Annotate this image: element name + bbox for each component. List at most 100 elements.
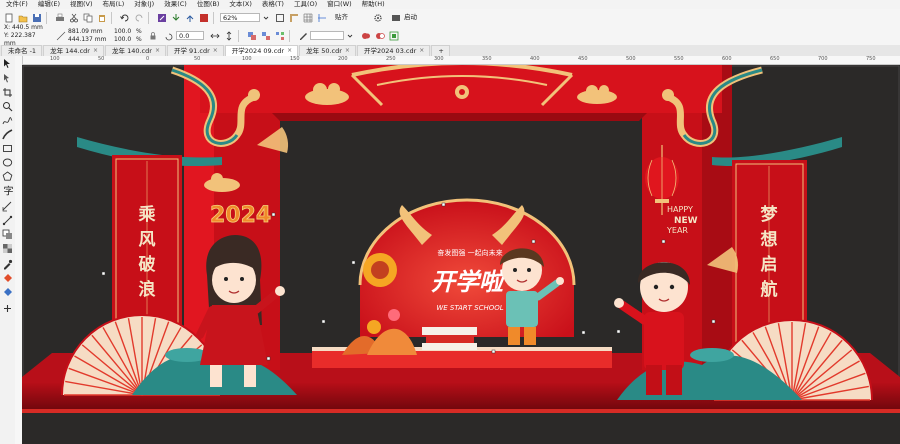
publish-pdf-icon[interactable] <box>199 13 209 23</box>
shape-tool-icon[interactable] <box>2 73 13 84</box>
standard-toolbar: 62% 贴齐 启动 <box>0 9 900 27</box>
outline-pen-icon[interactable] <box>298 31 308 41</box>
group-icon[interactable] <box>247 31 257 41</box>
left-scroll-char-1: 乘 <box>138 205 156 225</box>
transparency-tool-icon[interactable] <box>2 243 13 254</box>
print-icon[interactable] <box>55 13 65 23</box>
drop-shadow-icon[interactable] <box>2 229 13 240</box>
ungroup-all-icon[interactable] <box>275 31 285 41</box>
ruler-tick-label: 450 <box>578 56 588 62</box>
document-tab[interactable]: 开学2024 09.cdr × <box>224 45 299 56</box>
title-text: 开学啦 <box>431 268 507 296</box>
import-icon[interactable] <box>171 13 181 23</box>
intersect-icon[interactable] <box>389 31 399 41</box>
undo-icon[interactable] <box>120 13 130 23</box>
trim-icon[interactable] <box>375 31 385 41</box>
document-tab-label: 开学2024 03.cdr <box>363 47 417 55</box>
menu-effects[interactable]: 效果(C) <box>164 0 187 9</box>
copy-icon[interactable] <box>83 13 93 23</box>
new-tab-icon[interactable]: + <box>431 45 450 56</box>
connector-tool-icon[interactable] <box>2 215 13 226</box>
close-tab-icon[interactable]: × <box>419 46 424 56</box>
position-readout: X: 440.5 mm Y: 222.387 mm <box>4 24 48 48</box>
property-bar: X: 440.5 mm Y: 222.387 mm 881.09 mm 444.… <box>0 24 900 48</box>
pick-tool-icon[interactable] <box>2 58 13 69</box>
zoom-tool-icon[interactable] <box>2 101 13 112</box>
mirror-vertical-icon[interactable] <box>224 30 234 41</box>
scale-x-field[interactable]: 100.0 <box>114 28 136 36</box>
ruler-tick-label: 400 <box>530 56 540 62</box>
drawing-canvas[interactable]: 开学啦 WE START SCHOOL 奋发图强 一起向未来 2024 乘 风 … <box>22 65 900 444</box>
rotation-field[interactable]: 0.0 <box>176 31 204 40</box>
document-tab[interactable]: 龙年 144.cdr × <box>43 45 105 56</box>
options-gear-icon[interactable] <box>373 13 383 23</box>
menu-tools[interactable]: 工具(O) <box>294 0 317 9</box>
subtitle-text: WE START SCHOOL <box>436 304 503 312</box>
horizontal-ruler[interactable]: 100 50 0 50 100 150 200 250 300 350 400 450 500 550 60… <box>22 56 900 65</box>
close-tab-icon[interactable]: × <box>155 46 160 56</box>
height-field[interactable]: 444.137 mm <box>68 36 110 44</box>
full-screen-icon[interactable] <box>275 13 285 23</box>
document-tab[interactable]: 未命名 -1 <box>1 45 43 56</box>
close-tab-icon[interactable]: × <box>287 46 292 56</box>
width-field[interactable]: 881.09 mm <box>68 28 110 36</box>
outline-width-dropdown[interactable] <box>310 31 344 40</box>
selection-handle <box>101 271 106 276</box>
crop-tool-icon[interactable] <box>2 87 13 98</box>
zoom-dropdown-icon[interactable] <box>261 13 271 23</box>
rectangle-tool-icon[interactable] <box>2 143 13 154</box>
x-position-field[interactable]: X: 440.5 mm <box>4 24 48 32</box>
document-tab[interactable]: 龙年 140.cdr × <box>105 45 166 56</box>
search-content-icon[interactable] <box>157 13 167 23</box>
interactive-fill-icon[interactable] <box>2 273 13 284</box>
close-tab-icon[interactable]: × <box>345 46 350 56</box>
save-icon[interactable] <box>32 13 42 23</box>
show-grid-icon[interactable] <box>303 13 313 23</box>
menu-bitmaps[interactable]: 位图(B) <box>197 0 220 9</box>
export-icon[interactable] <box>185 13 195 23</box>
parallel-dimension-icon[interactable] <box>2 201 13 212</box>
document-tab[interactable]: 开学 91.cdr × <box>166 45 224 56</box>
smart-fill-icon[interactable] <box>2 287 13 298</box>
close-tab-icon[interactable]: × <box>213 46 218 56</box>
menu-window[interactable]: 窗口(W) <box>327 0 352 9</box>
show-guidelines-icon[interactable] <box>317 13 327 23</box>
redo-icon[interactable] <box>134 13 144 23</box>
open-folder-icon[interactable] <box>18 13 28 23</box>
scale-y-field[interactable]: 100.0 <box>114 36 136 44</box>
launch-dropdown[interactable]: 启动 <box>402 13 438 22</box>
document-tab[interactable]: 开学2024 03.cdr × <box>356 45 431 56</box>
percent-label-x: % <box>136 27 142 35</box>
text-tool-icon[interactable]: 字 <box>2 185 14 198</box>
application-launcher-icon[interactable] <box>391 13 401 23</box>
menu-help[interactable]: 帮助(H) <box>362 0 385 9</box>
lock-ratio-icon[interactable] <box>148 31 158 41</box>
polygon-tool-icon[interactable] <box>2 171 13 182</box>
left-scroll-char-4: 浪 <box>139 279 156 300</box>
snap-to-dropdown[interactable]: 贴齐 <box>333 13 369 22</box>
selection-handle <box>351 260 356 265</box>
cut-icon[interactable] <box>69 13 79 23</box>
menu-edit[interactable]: 编辑(E) <box>38 0 60 9</box>
menu-layout[interactable]: 布局(L) <box>103 0 125 9</box>
artistic-media-icon[interactable] <box>2 129 13 140</box>
menu-table[interactable]: 表格(T) <box>262 0 284 9</box>
close-tab-icon[interactable]: × <box>93 46 98 56</box>
menu-file[interactable]: 文件(F) <box>6 0 28 9</box>
new-document-icon[interactable] <box>4 13 14 23</box>
zoom-level-field[interactable]: 62% <box>220 13 260 22</box>
outline-width-dropdown-arrow-icon[interactable] <box>345 31 355 41</box>
ellipse-tool-icon[interactable] <box>2 157 13 168</box>
add-tool-icon[interactable] <box>2 303 13 314</box>
weld-icon[interactable] <box>361 31 371 41</box>
menu-text[interactable]: 文本(X) <box>229 0 252 9</box>
mirror-horizontal-icon[interactable] <box>210 31 220 41</box>
freehand-tool-icon[interactable] <box>2 115 13 126</box>
eyedropper-tool-icon[interactable] <box>2 259 13 270</box>
ungroup-icon[interactable] <box>261 31 271 41</box>
menu-object[interactable]: 对象(J) <box>134 0 154 9</box>
document-tab[interactable]: 龙年 50.cdr × <box>299 45 356 56</box>
menu-view[interactable]: 视图(V) <box>70 0 93 9</box>
show-rulers-icon[interactable] <box>289 13 299 23</box>
paste-icon[interactable] <box>97 13 107 23</box>
